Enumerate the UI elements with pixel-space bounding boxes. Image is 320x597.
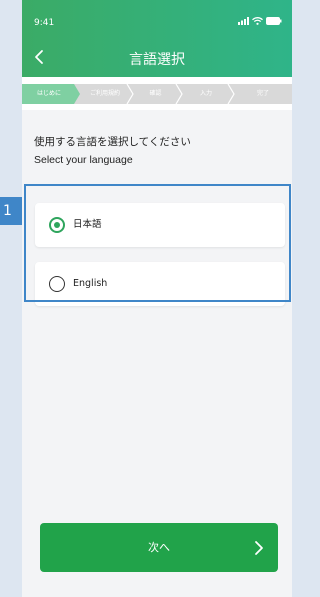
step-input: 入力	[199, 90, 212, 97]
option-label: English	[73, 278, 108, 289]
battery-icon	[266, 17, 282, 25]
language-option-japanese[interactable]: 日本語	[35, 203, 285, 247]
step-intro: はじめに	[36, 90, 61, 97]
status-icons	[238, 17, 282, 25]
next-button-label: 次へ	[148, 541, 170, 554]
prompt-english: Select your language	[34, 154, 133, 166]
step-indicator: はじめに ご利用規約 確認 入力 完了	[22, 84, 292, 104]
chevron-right-icon	[255, 541, 263, 555]
phone-screen: 9:41 言語選択 はじめに ご利用規約 確認 入力 完了 使用する言語を選択し…	[22, 0, 292, 597]
prompt-japanese: 使用する言語を選択してください	[34, 136, 191, 148]
step-complete: 完了	[256, 90, 269, 97]
top-bar: 9:41 言語選択	[22, 0, 292, 77]
header: 9:41 言語選択 はじめに ご利用規約 確認 入力 完了	[22, 0, 292, 110]
radio-unselected-icon[interactable]	[49, 276, 65, 292]
language-option-english[interactable]: English	[35, 262, 285, 306]
step-terms: ご利用規約	[89, 90, 120, 97]
left-gutter	[0, 0, 22, 597]
radio-selected-icon[interactable]	[49, 217, 65, 233]
signal-icon	[238, 17, 249, 25]
annotation-callout: 1	[0, 197, 22, 225]
wifi-icon	[252, 17, 263, 25]
next-button[interactable]: 次へ	[40, 523, 278, 572]
step-confirm: 確認	[149, 90, 162, 97]
page-title: 言語選択	[129, 52, 185, 68]
status-time: 9:41	[34, 18, 55, 28]
option-label: 日本語	[73, 219, 102, 230]
